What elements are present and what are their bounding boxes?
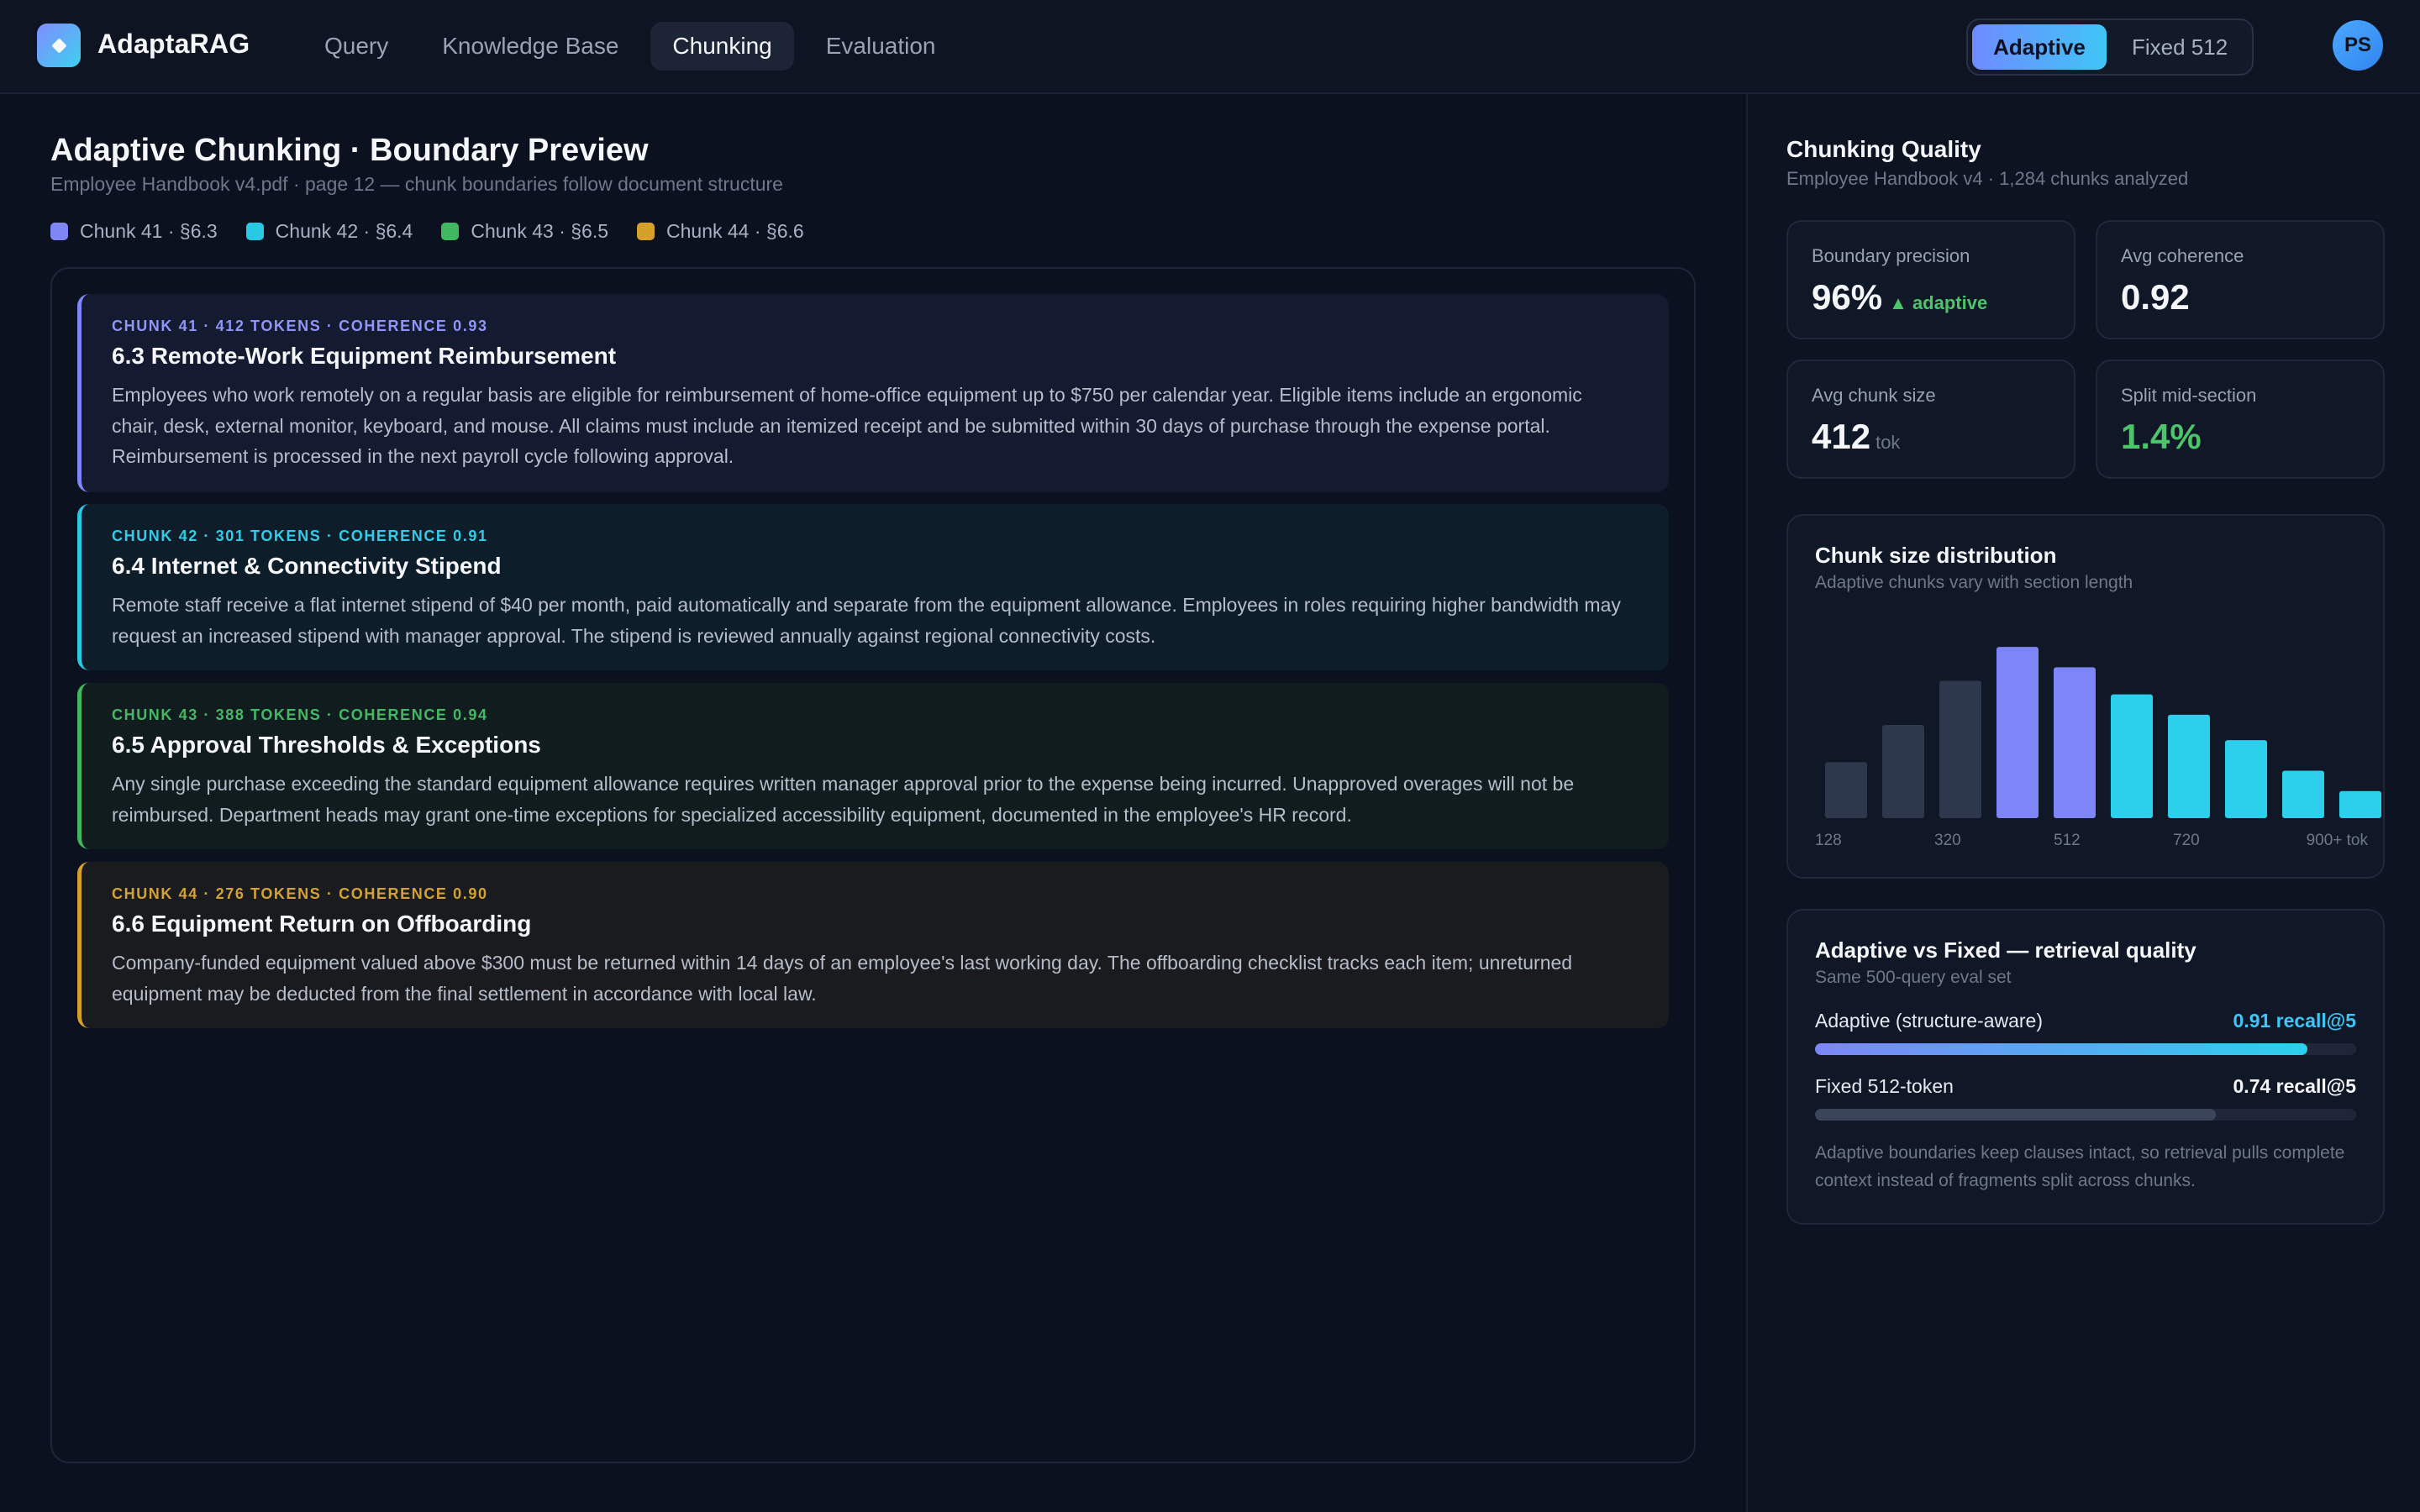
histogram-bar bbox=[1996, 647, 2039, 818]
user-avatar[interactable]: PS bbox=[2333, 20, 2383, 71]
comparison-title: Adaptive vs Fixed — retrieval quality bbox=[1815, 937, 2196, 963]
stat-avg-chunk-size: Avg chunk size 412 tok bbox=[1786, 360, 2075, 479]
comparison-row-value: 0.91 recall@5 bbox=[2233, 1010, 2356, 1032]
stat-value: 412 tok bbox=[1812, 417, 1900, 457]
stat-value: 0.92 bbox=[2121, 277, 2190, 317]
chunk-body: Remote staff receive a flat internet sti… bbox=[112, 594, 1621, 647]
histogram-bar bbox=[1825, 762, 1867, 818]
chunk-card[interactable]: CHUNK 44 · 276 TOKENS · COHERENCE 0.90 6… bbox=[77, 862, 1669, 1028]
histogram-tick-label: 320 bbox=[1934, 832, 1961, 849]
legend-item: Chunk 42 · §6.4 bbox=[245, 220, 413, 243]
stat-delta: ▲ adaptive bbox=[1889, 292, 1988, 313]
app-logo[interactable] bbox=[37, 24, 81, 67]
stat-label: Split mid-section bbox=[2121, 385, 2257, 406]
app-name: AdaptaRAG bbox=[97, 29, 250, 59]
stat-number: 412 bbox=[1812, 417, 1871, 456]
stat-avg-coherence: Avg coherence 0.92 bbox=[2096, 220, 2385, 339]
mode-fixed-512-button[interactable]: Fixed 512 bbox=[2113, 24, 2246, 70]
chunk-legend: Chunk 41 · §6.3 Chunk 42 · §6.4 Chunk 43… bbox=[50, 220, 804, 243]
histogram-bar bbox=[2054, 667, 2096, 818]
chunk-meta: CHUNK 42 · 301 TOKENS · COHERENCE 0.91 bbox=[112, 528, 488, 544]
stat-label: Avg coherence bbox=[2121, 245, 2244, 266]
document-preview: CHUNK 41 · 412 TOKENS · COHERENCE 0.93 6… bbox=[50, 267, 1696, 1463]
chunk-size-distribution-card: Chunk size distribution Adaptive chunks … bbox=[1786, 514, 2385, 879]
histogram-bar bbox=[2111, 694, 2153, 818]
histogram-bar bbox=[2225, 740, 2267, 818]
recall-bar-fill bbox=[1815, 1109, 2216, 1121]
comparison-row-label: Adaptive (structure-aware) bbox=[1815, 1010, 2043, 1032]
histogram-tick-label: 128 bbox=[1815, 832, 1842, 849]
stat-value: 1.4% bbox=[2121, 417, 2202, 456]
histogram-chart: 128 320 512 720 900+ tok bbox=[1815, 647, 2381, 849]
legend-swatch bbox=[245, 223, 264, 240]
histogram-bar bbox=[2339, 790, 2381, 818]
chunk-card[interactable]: CHUNK 42 · 301 TOKENS · COHERENCE 0.91 6… bbox=[77, 504, 1669, 670]
histogram-bar bbox=[1939, 680, 1981, 818]
stat-number: 96% bbox=[1812, 277, 1883, 317]
quality-title: Chunking Quality bbox=[1786, 136, 1981, 162]
page-title: Adaptive Chunking · Boundary Preview bbox=[50, 133, 649, 168]
chunk-title: 6.3 Remote-Work Equipment Reimbursement bbox=[112, 343, 617, 369]
comparison-row-label: Fixed 512-token bbox=[1815, 1075, 1954, 1097]
page-subtitle: Employee Handbook v4.pdf · page 12 — chu… bbox=[50, 173, 783, 195]
chunk-card[interactable]: CHUNK 41 · 412 TOKENS · COHERENCE 0.93 6… bbox=[77, 294, 1669, 492]
stat-label: Boundary precision bbox=[1812, 245, 1970, 266]
recall-bar-track bbox=[1815, 1109, 2356, 1121]
mode-adaptive-button[interactable]: Adaptive bbox=[1972, 24, 2107, 70]
chunk-title: 6.6 Equipment Return on Offboarding bbox=[112, 911, 532, 937]
chunk-meta: CHUNK 41 · 412 TOKENS · COHERENCE 0.93 bbox=[112, 318, 488, 334]
legend-label: Chunk 42 · §6.4 bbox=[275, 220, 413, 242]
histogram-tick-label: 900+ tok bbox=[2307, 832, 2369, 849]
recall-bar-fill bbox=[1815, 1043, 2308, 1055]
histogram-bar bbox=[2168, 714, 2210, 818]
stat-value: 96% ▲ adaptive bbox=[1812, 277, 1987, 318]
recall-bar-track bbox=[1815, 1043, 2356, 1055]
legend-label: Chunk 44 · §6.6 bbox=[666, 220, 804, 242]
stat-boundary-precision: Boundary precision 96% ▲ adaptive bbox=[1786, 220, 2075, 339]
histogram-tick-label: 720 bbox=[2173, 832, 2200, 849]
retrieval-comparison-card: Adaptive vs Fixed — retrieval quality Sa… bbox=[1786, 909, 2385, 1225]
boundary-preview-panel: Adaptive Chunking · Boundary Preview Emp… bbox=[0, 94, 1746, 1512]
chunk-title: 6.4 Internet & Connectivity Stipend bbox=[112, 553, 502, 579]
chunk-card[interactable]: CHUNK 43 · 388 TOKENS · COHERENCE 0.94 6… bbox=[77, 683, 1669, 849]
chunk-meta: CHUNK 43 · 388 TOKENS · COHERENCE 0.94 bbox=[112, 706, 488, 723]
stat-split-mid-section: Split mid-section 1.4% bbox=[2096, 360, 2385, 479]
top-bar: AdaptaRAG Query Knowledge Base Chunking … bbox=[0, 0, 2420, 94]
histogram-bar bbox=[2282, 770, 2324, 818]
legend-item: Chunk 44 · §6.6 bbox=[637, 220, 804, 243]
nav-tab-query[interactable]: Query bbox=[302, 22, 410, 71]
histogram-bar bbox=[1882, 725, 1924, 818]
histogram-tick-label: 512 bbox=[2054, 832, 2081, 849]
legend-swatch bbox=[637, 223, 655, 240]
chunk-body: Any single purchase exceeding the standa… bbox=[112, 773, 1575, 826]
chunk-title: 6.5 Approval Thresholds & Exceptions bbox=[112, 732, 541, 758]
stat-label: Avg chunk size bbox=[1812, 385, 1936, 406]
legend-label: Chunk 41 · §6.3 bbox=[80, 220, 218, 242]
nav-tab-chunking[interactable]: Chunking bbox=[650, 22, 794, 71]
nav-tab-knowledge-base[interactable]: Knowledge Base bbox=[420, 22, 640, 71]
chunk-body: Company-funded equipment valued above $3… bbox=[112, 952, 1573, 1005]
diamond-icon bbox=[50, 37, 67, 54]
legend-swatch bbox=[441, 223, 460, 240]
stat-unit: tok bbox=[1876, 432, 1901, 453]
comparison-note: Adaptive boundaries keep clauses intact,… bbox=[1815, 1143, 2345, 1190]
legend-item: Chunk 41 · §6.3 bbox=[50, 220, 218, 243]
legend-item: Chunk 43 · §6.5 bbox=[441, 220, 608, 243]
quality-sidebar: Chunking Quality Employee Handbook v4 · … bbox=[1746, 94, 2420, 1512]
legend-swatch bbox=[50, 223, 68, 240]
main-nav: Query Knowledge Base Chunking Evaluation bbox=[302, 22, 957, 71]
nav-tab-evaluation[interactable]: Evaluation bbox=[804, 22, 958, 71]
chunk-meta: CHUNK 44 · 276 TOKENS · COHERENCE 0.90 bbox=[112, 885, 488, 902]
quality-subtitle: Employee Handbook v4 · 1,284 chunks anal… bbox=[1786, 168, 2189, 189]
chunk-body: Employees who work remotely on a regular… bbox=[112, 384, 1582, 467]
chunking-mode-toggle: Adaptive Fixed 512 bbox=[1966, 18, 2254, 76]
comparison-subtitle: Same 500-query eval set bbox=[1815, 968, 2012, 987]
legend-label: Chunk 43 · §6.5 bbox=[471, 220, 609, 242]
comparison-row-value: 0.74 recall@5 bbox=[2233, 1075, 2356, 1097]
